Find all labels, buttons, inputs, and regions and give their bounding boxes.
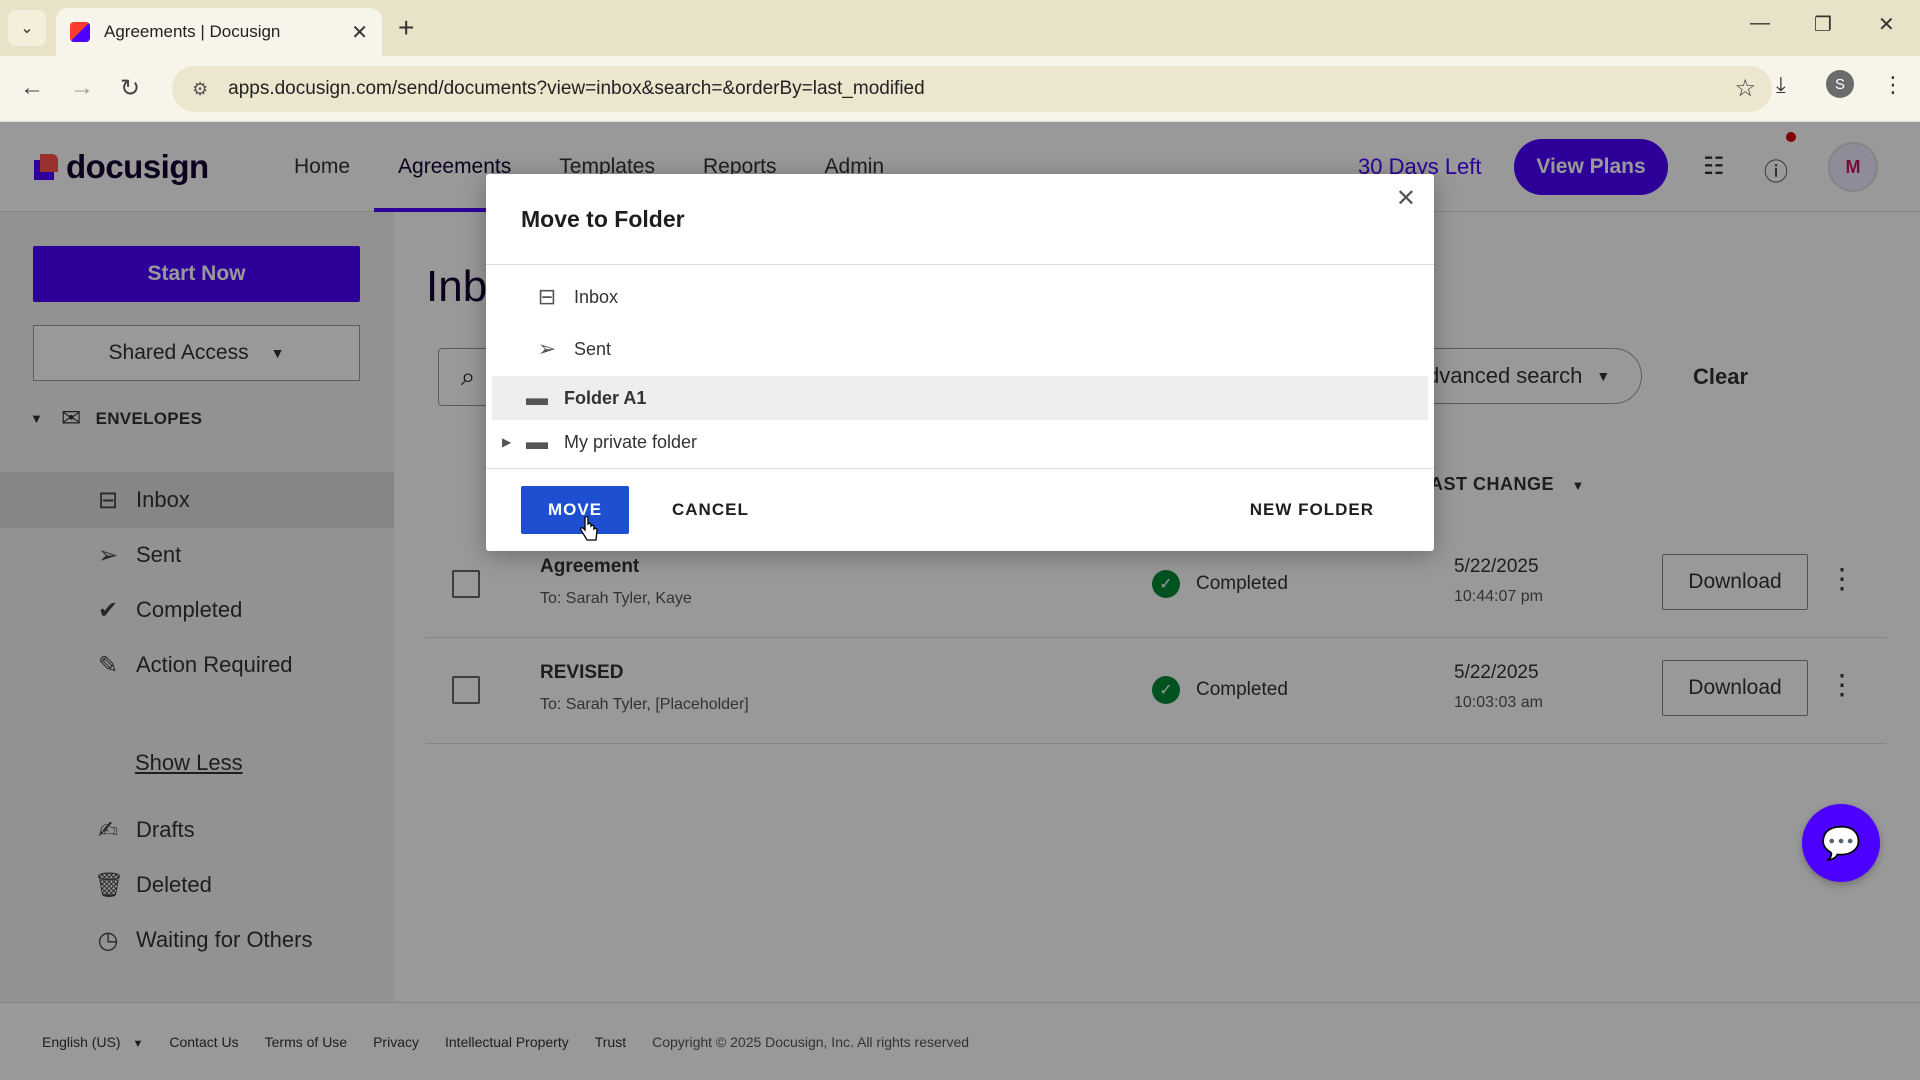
site-settings-icon[interactable]: ⚙	[192, 79, 208, 100]
folder-label: Inbox	[574, 286, 619, 307]
address-bar: ← → ↻ ⚙ apps.docusign.com/send/documents…	[0, 56, 1920, 122]
tab-search-chevron-icon[interactable]: ⌄	[8, 10, 46, 46]
downloads-icon[interactable]: ⤓	[1776, 72, 1786, 98]
dialog-title: Move to Folder	[521, 206, 685, 232]
bookmark-star-icon[interactable]: ☆	[1734, 74, 1756, 103]
browser-tabbar: ⌄ Agreements | Docusign ✕ + — ❐ ✕	[0, 0, 1920, 56]
folder-label: Folder A1	[564, 387, 647, 408]
browser-menu-icon[interactable]: ⋮	[1882, 72, 1904, 98]
folder-option-sent[interactable]: ➢ Sent	[492, 327, 1428, 371]
profile-avatar[interactable]: S	[1826, 70, 1854, 98]
send-icon: ➢	[537, 336, 557, 361]
new-tab-icon[interactable]: +	[398, 12, 414, 44]
move-to-folder-dialog: Move to Folder ✕ ⊟ Inbox ➢ Sent ▬ Folder…	[486, 174, 1434, 551]
restore-icon[interactable]: ❐	[1814, 12, 1832, 37]
folder-option-my-private-folder[interactable]: ▶ ▬ My private folder	[492, 420, 1428, 464]
folder-label: Sent	[574, 338, 612, 359]
cancel-button[interactable]: CANCEL	[672, 500, 749, 520]
new-folder-button[interactable]: NEW FOLDER	[1250, 500, 1374, 520]
divider	[486, 264, 1434, 265]
minimize-icon[interactable]: —	[1750, 12, 1770, 35]
back-icon[interactable]: ←	[20, 74, 44, 102]
inbox-icon: ⊟	[537, 284, 557, 309]
expand-caret-icon[interactable]: ▶	[502, 435, 511, 449]
forward-icon[interactable]: →	[70, 74, 94, 102]
url-field[interactable]: ⚙ apps.docusign.com/send/documents?view=…	[172, 66, 1772, 112]
docusign-favicon-icon	[70, 22, 90, 42]
hand-cursor-icon	[579, 516, 598, 541]
window-close-icon[interactable]: ✕	[1878, 12, 1895, 37]
divider	[486, 468, 1434, 469]
folder-label: My private folder	[564, 431, 698, 452]
tab-close-icon[interactable]: ✕	[351, 20, 368, 45]
folder-option-inbox[interactable]: ⊟ Inbox	[492, 275, 1428, 319]
chat-icon[interactable]: 💬	[1802, 804, 1880, 882]
browser-tab[interactable]: Agreements | Docusign ✕	[56, 8, 382, 56]
folder-icon: ▬	[526, 385, 548, 410]
folder-option-folder-a1[interactable]: ▬ Folder A1	[492, 376, 1428, 420]
close-icon[interactable]: ✕	[1396, 184, 1416, 213]
folder-icon: ▬	[526, 429, 548, 454]
tab-title: Agreements | Docusign	[104, 22, 281, 41]
move-button[interactable]: MOVE	[521, 486, 629, 534]
url-text: apps.docusign.com/send/documents?view=in…	[228, 78, 925, 99]
reload-icon[interactable]: ↻	[120, 74, 140, 103]
